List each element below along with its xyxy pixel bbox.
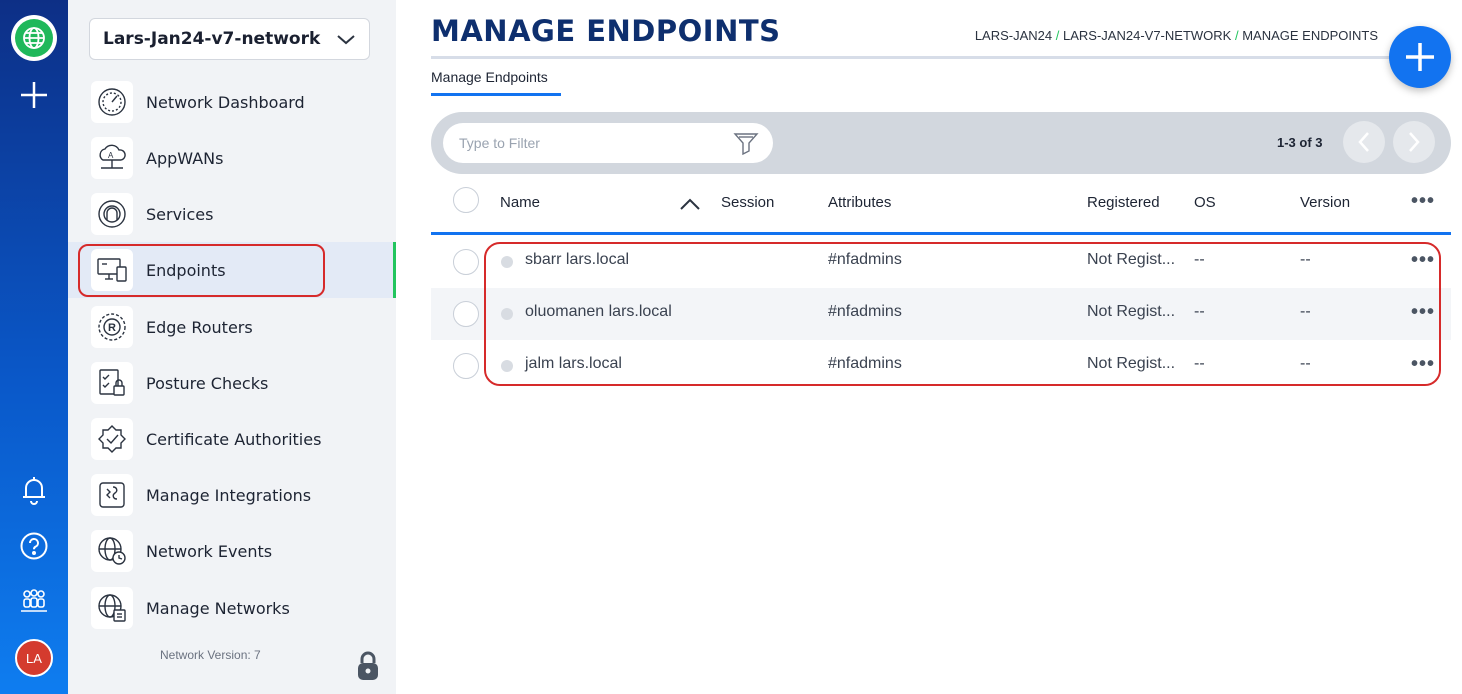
column-header-registered[interactable]: Registered: [1087, 194, 1160, 211]
row-checkbox[interactable]: [453, 301, 479, 327]
svg-text:R: R: [108, 322, 116, 334]
table-header: Name Session Attributes Registered OS Ve…: [431, 185, 1451, 233]
globe-icon: [23, 27, 45, 49]
network-select-value: Lars-Jan24-v7-network: [103, 29, 321, 49]
sidebar-item-label: Posture Checks: [146, 373, 269, 393]
certificate-icon: [91, 418, 133, 460]
sidebar-item-manage-integrations[interactable]: Manage Integrations: [68, 467, 396, 523]
row-checkbox[interactable]: [453, 353, 479, 379]
breadcrumb-separator: /: [1055, 28, 1060, 43]
breadcrumb: LARS-JAN24 / LARS-JAN24-V7-NETWORK / MAN…: [975, 28, 1378, 43]
chevron-right-icon: [1409, 132, 1420, 152]
network-events-icon: [91, 530, 133, 572]
column-header-version[interactable]: Version: [1300, 194, 1350, 211]
column-header-name[interactable]: Name: [500, 194, 540, 211]
breadcrumb-item: MANAGE ENDPOINTS: [1242, 28, 1378, 43]
sidebar-item-label: Manage Networks: [146, 598, 290, 618]
sidebar: Lars-Jan24-v7-network Network Dashboard …: [68, 0, 396, 694]
sidebar-item-services[interactable]: Services: [68, 186, 396, 242]
filter-input[interactable]: [443, 123, 773, 163]
add-button[interactable]: [0, 80, 68, 110]
filter-bar: 1-3 of 3: [431, 112, 1451, 174]
sidebar-item-network-events[interactable]: Network Events: [68, 523, 396, 579]
integrations-icon: [91, 474, 133, 516]
bell-icon: [23, 477, 45, 505]
network-version: Network Version: 7: [160, 648, 261, 662]
tab-active-indicator: [431, 93, 561, 96]
sidebar-item-label: AppWANs: [146, 148, 224, 168]
sidebar-item-label: Network Events: [146, 541, 273, 561]
notifications-button[interactable]: [0, 475, 68, 505]
plus-icon: [21, 82, 47, 108]
lock-icon[interactable]: [355, 650, 381, 682]
team-icon: [21, 589, 47, 612]
next-page-button[interactable]: [1393, 121, 1435, 163]
sidebar-item-posture-checks[interactable]: Posture Checks: [68, 355, 396, 411]
sidebar-item-label: Services: [146, 204, 214, 224]
sidebar-item-label: Network Dashboard: [146, 92, 305, 112]
column-header-session[interactable]: Session: [721, 194, 774, 211]
rows-highlight-outline: [484, 242, 1441, 386]
tab-manage-endpoints[interactable]: Manage Endpoints: [431, 69, 548, 85]
avatar: LA: [15, 639, 53, 677]
chevron-down-icon: [337, 35, 355, 45]
column-header-os[interactable]: OS: [1194, 194, 1216, 211]
title-divider: [431, 56, 1391, 59]
network-select[interactable]: Lars-Jan24-v7-network: [89, 18, 370, 60]
sidebar-item-network-dashboard[interactable]: Network Dashboard: [68, 74, 396, 130]
row-checkbox[interactable]: [453, 249, 479, 275]
column-options-button[interactable]: •••: [1411, 190, 1435, 213]
appwan-cloud-icon: A: [91, 137, 133, 179]
sidebar-item-certificate-authorities[interactable]: Certificate Authorities: [68, 411, 396, 467]
breadcrumb-item[interactable]: LARS-JAN24: [975, 28, 1052, 43]
paging-count: 1-3 of 3: [1277, 135, 1323, 150]
edge-router-icon: R: [91, 306, 133, 348]
breadcrumb-separator: /: [1234, 28, 1239, 43]
team-button[interactable]: [0, 588, 68, 614]
svg-text:A: A: [108, 151, 114, 160]
plus-icon: [1406, 43, 1434, 71]
dashboard-gauge-icon: [91, 81, 133, 123]
left-rail: LA: [0, 0, 68, 694]
sidebar-item-label: Manage Integrations: [146, 485, 312, 505]
prev-page-button[interactable]: [1343, 121, 1385, 163]
user-avatar-button[interactable]: LA: [0, 639, 68, 677]
breadcrumb-item[interactable]: LARS-JAN24-V7-NETWORK: [1063, 28, 1231, 43]
column-header-attributes[interactable]: Attributes: [828, 194, 891, 211]
network-globe-button[interactable]: [0, 15, 68, 61]
table-header-divider: [431, 232, 1451, 235]
select-all-checkbox[interactable]: [453, 187, 479, 213]
filter-funnel-icon[interactable]: [733, 131, 759, 155]
sidebar-item-appwans[interactable]: A AppWANs: [68, 130, 396, 186]
help-icon: [20, 532, 48, 560]
help-button[interactable]: [0, 531, 68, 561]
posture-check-icon: [91, 362, 133, 404]
page-title: MANAGE ENDPOINTS: [431, 14, 781, 48]
main-content: MANAGE ENDPOINTS LARS-JAN24 / LARS-JAN24…: [396, 0, 1462, 694]
sidebar-item-label: Edge Routers: [146, 317, 253, 337]
sidebar-item-edge-routers[interactable]: R Edge Routers: [68, 299, 396, 355]
sidebar-item-label: Certificate Authorities: [146, 429, 322, 449]
chevron-left-icon: [1358, 132, 1369, 152]
endpoints-highlight-outline: [78, 244, 325, 297]
services-icon: [91, 193, 133, 235]
sidebar-item-manage-networks[interactable]: Manage Networks: [68, 580, 396, 636]
sort-ascending-icon[interactable]: [679, 197, 701, 211]
add-endpoint-button[interactable]: [1389, 26, 1451, 88]
manage-networks-icon: [91, 587, 133, 629]
